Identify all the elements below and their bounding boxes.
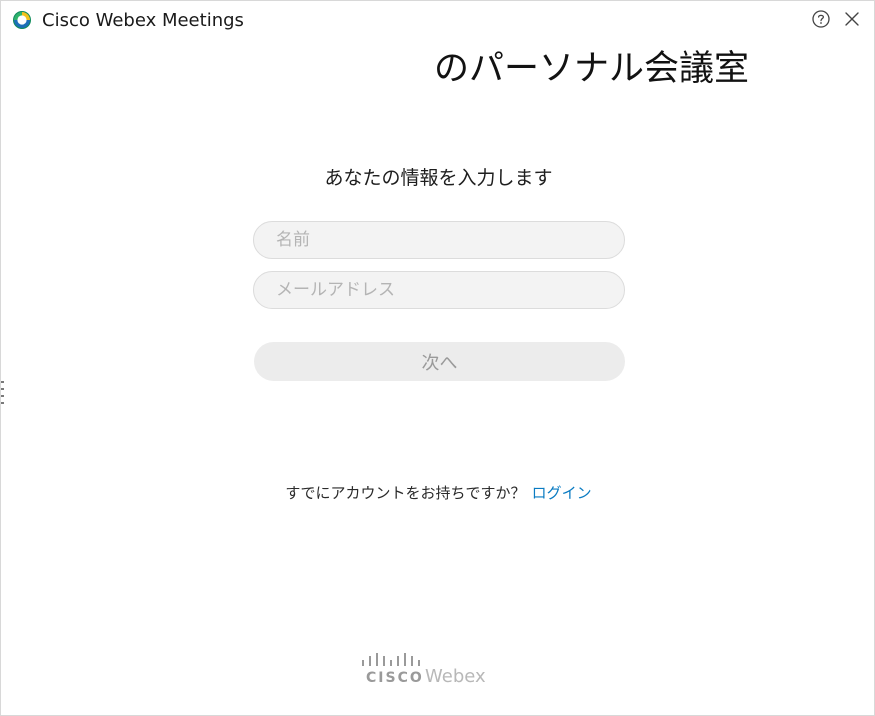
webex-wordmark: Webex bbox=[425, 666, 486, 687]
login-prompt-line: すでにアカウントをお持ちですか？ ログイン bbox=[1, 483, 875, 503]
email-input[interactable] bbox=[253, 271, 625, 309]
close-icon[interactable] bbox=[842, 9, 862, 29]
webex-logo-icon bbox=[12, 10, 32, 30]
app-window: Cisco Webex Meetings のパーソナル会議室 あなたの情報を入力… bbox=[0, 0, 875, 716]
name-input[interactable] bbox=[253, 221, 625, 259]
next-button[interactable]: 次へ bbox=[254, 342, 625, 381]
personal-room-title: のパーソナル会議室 bbox=[434, 49, 750, 89]
help-icon[interactable] bbox=[811, 9, 831, 29]
cisco-bars-icon bbox=[362, 653, 420, 666]
login-link[interactable]: ログイン bbox=[532, 484, 592, 502]
app-title: Cisco Webex Meetings bbox=[42, 10, 244, 31]
resize-grip[interactable] bbox=[1, 381, 4, 411]
title-bar: Cisco Webex Meetings bbox=[1, 1, 874, 39]
enter-info-heading: あなたの情報を入力します bbox=[324, 167, 553, 189]
cisco-wordmark: CISCO bbox=[366, 670, 424, 686]
login-prompt-text: すでにアカウントをお持ちですか？ bbox=[285, 484, 526, 502]
cisco-webex-footer-logo: CISCO Webex bbox=[361, 652, 486, 688]
